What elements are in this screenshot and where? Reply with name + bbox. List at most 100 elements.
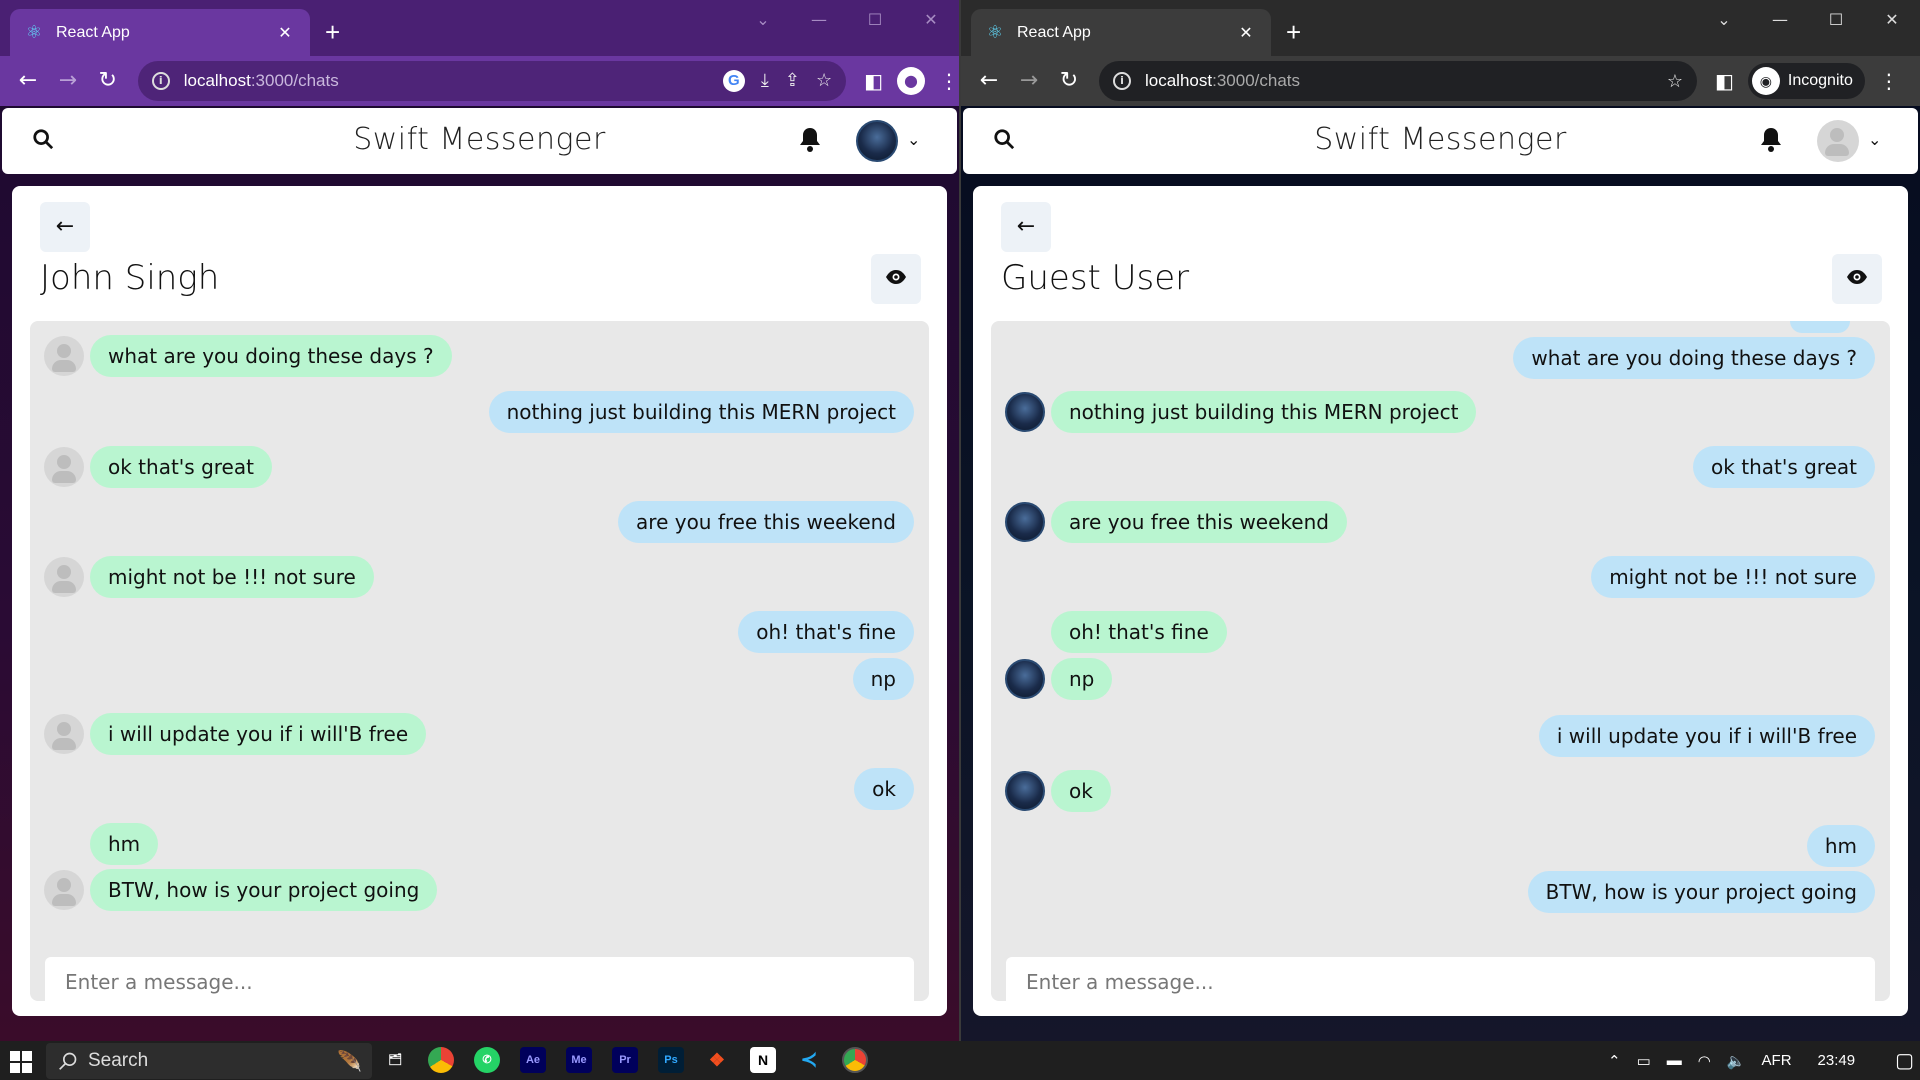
chat-panel: ← Guest User what are you doing these da… [973,186,1908,1016]
notion-icon[interactable]: N [750,1047,776,1073]
received-message: what are you doing these days ? [90,335,452,377]
profile-icon[interactable]: ● [897,67,925,95]
notification-bell-icon[interactable] [798,126,822,159]
google-icon[interactable]: G [722,70,745,92]
sent-message: oh! that's fine [738,611,914,653]
menu-dots-icon[interactable]: ⋮ [939,69,959,93]
maximize-button[interactable]: ☐ [847,0,903,40]
side-panel-icon[interactable]: ◧ [1715,69,1734,93]
sender-avatar[interactable] [1005,771,1045,811]
windows-start-icon[interactable] [10,1051,32,1073]
window-controls: ⌄ — ☐ ✕ [735,0,959,40]
site-info-icon[interactable]: i [1113,72,1131,90]
browser-tab[interactable]: ⚛ React App ✕ [10,9,310,56]
minimize-button[interactable]: — [1752,0,1808,40]
address-bar[interactable]: i localhost:3000/chats G ⤓ ⇪ ☆ [137,61,847,101]
sent-message: ok that's great [1693,446,1875,488]
address-bar[interactable]: i localhost:3000/chats ☆ [1099,61,1697,101]
meet-icon[interactable]: ▭ [1637,1052,1651,1070]
back-arrow-icon[interactable]: ← [969,61,1009,101]
view-profile-button[interactable] [871,254,921,304]
app-header: Swift Messenger ⌄ [963,108,1918,174]
received-message: ok [1051,770,1111,812]
guest-avatar[interactable] [44,557,84,597]
bookmark-star-icon[interactable]: ☆ [1667,71,1683,92]
messages-area: what are you doing these days ? nothing j… [30,321,929,1007]
sent-message: i will update you if i will'B free [1538,715,1875,757]
whatsapp-icon[interactable]: ✆ [474,1047,500,1073]
view-profile-button[interactable] [1832,254,1882,304]
chevron-up-icon[interactable]: ⌃ [1608,1052,1621,1070]
forward-arrow-icon[interactable]: → [48,61,88,101]
explorer-icon[interactable]: 🗂 [382,1047,408,1073]
premiere-icon[interactable]: Pr [612,1047,638,1073]
close-window-button[interactable]: ✕ [903,0,959,40]
sent-message: ok [854,768,914,810]
side-panel-icon[interactable]: ◧ [864,69,883,93]
guest-avatar[interactable] [44,447,84,487]
photoshop-icon[interactable]: Ps [658,1047,684,1073]
reload-icon[interactable]: ↻ [1049,61,1089,101]
incognito-label: Incognito [1787,72,1853,89]
received-message: are you free this weekend [1051,501,1347,543]
tab-search-icon[interactable]: ⌄ [735,0,791,40]
taskbar: Search 🪶 🗂 ✆ Ae Me Pr Ps ❖ N ≺ ⌃ ▭ ▬ ◠ 🔈… [0,1041,1920,1080]
share-icon[interactable]: ⇪ [785,70,800,92]
install-icon[interactable]: ⤓ [761,70,769,92]
chevron-down-icon[interactable]: ⌄ [1868,130,1881,149]
messages-area: what are you doing these days ? nothing j… [991,321,1890,1007]
guest-avatar[interactable] [44,336,84,376]
browser-tab[interactable]: ⚛ React App ✕ [971,9,1271,56]
tab-search-icon[interactable]: ⌄ [1696,0,1752,40]
taskbar-search[interactable]: Search 🪶 [46,1043,372,1079]
new-tab-button[interactable]: + [1286,18,1301,46]
sent-message: hm [1806,825,1875,867]
title-bar: ⚛ React App ✕ + ⌄ — ☐ ✕ [0,0,959,56]
sender-avatar[interactable] [1005,392,1045,432]
chrome-active-icon[interactable] [842,1047,868,1073]
chrome-icon[interactable] [428,1047,454,1073]
close-tab-icon[interactable]: ✕ [274,23,296,42]
tab-title: React App [1017,23,1091,41]
received-message: np [1051,658,1113,700]
after-effects-icon[interactable]: Ae [520,1047,546,1073]
back-arrow-icon[interactable]: ← [8,61,48,101]
close-tab-icon[interactable]: ✕ [1235,23,1257,42]
clock[interactable]: 23:49 [1818,1052,1856,1069]
notifications-icon[interactable]: ▢ [1895,1048,1914,1073]
tab-title: React App [56,23,130,41]
chevron-down-icon[interactable]: ⌄ [907,130,920,149]
user-avatar[interactable] [1817,120,1859,162]
notification-bell-icon[interactable] [1759,126,1783,159]
message-input[interactable] [45,957,914,1007]
chat-name: John Singh [40,258,220,298]
incognito-badge[interactable]: ◉ Incognito [1747,63,1865,99]
figma-icon[interactable]: ❖ [704,1047,730,1073]
new-tab-button[interactable]: + [325,18,340,46]
back-button[interactable]: ← [1001,202,1051,252]
search-highlight-icon: 🪶 [337,1050,362,1073]
bookmark-star-icon[interactable]: ☆ [816,70,832,92]
guest-avatar[interactable] [44,870,84,910]
received-message: oh! that's fine [1051,611,1227,653]
battery-icon[interactable]: ▬ [1667,1052,1682,1069]
minimize-button[interactable]: — [791,0,847,40]
menu-dots-icon[interactable]: ⋮ [1879,69,1899,93]
forward-arrow-icon[interactable]: → [1009,61,1049,101]
media-encoder-icon[interactable]: Me [566,1047,592,1073]
back-button[interactable]: ← [40,202,90,252]
reload-icon[interactable]: ↻ [88,61,128,101]
sender-avatar[interactable] [1005,659,1045,699]
volume-icon[interactable]: 🔈 [1727,1052,1746,1070]
wifi-icon[interactable]: ◠ [1698,1052,1711,1070]
vscode-icon[interactable]: ≺ [796,1047,822,1073]
user-avatar[interactable] [856,120,898,162]
sender-avatar[interactable] [1005,502,1045,542]
site-info-icon[interactable]: i [151,72,170,90]
language-indicator[interactable]: AFR [1762,1052,1792,1069]
sent-message: BTW, how is your project going [1527,871,1875,913]
maximize-button[interactable]: ☐ [1808,0,1864,40]
close-window-button[interactable]: ✕ [1864,0,1920,40]
message-input[interactable] [1006,957,1875,1007]
guest-avatar[interactable] [44,714,84,754]
